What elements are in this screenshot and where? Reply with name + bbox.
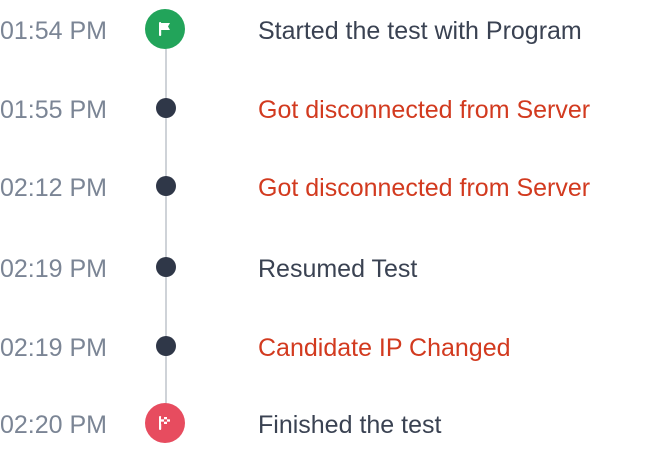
event-time: 01:54 PM	[0, 17, 108, 45]
event-description: Got disconnected from Server	[258, 96, 591, 124]
flag-icon	[145, 9, 185, 49]
event-time: 02:19 PM	[0, 255, 108, 283]
event-description: Started the test with Program	[258, 17, 582, 45]
timeline-dot	[156, 257, 176, 277]
timeline-dot	[156, 98, 176, 118]
event-time: 01:55 PM	[0, 96, 108, 124]
event-time: 02:19 PM	[0, 334, 108, 362]
event-description: Resumed Test	[258, 255, 418, 283]
timeline-event-finished: 02:20 PM Finished the test	[0, 403, 652, 443]
event-description: Finished the test	[258, 411, 442, 439]
activity-timeline: 01:54 PM Started the test with Program 0…	[0, 0, 652, 451]
event-time: 02:20 PM	[0, 411, 108, 439]
timeline-event-disconnected-1: 01:55 PM Got disconnected from Server	[0, 88, 652, 128]
timeline-event-ip-changed: 02:19 PM Candidate IP Changed	[0, 326, 652, 366]
event-description: Candidate IP Changed	[258, 334, 511, 362]
timeline-dot	[156, 336, 176, 356]
timeline-event-disconnected-2: 02:12 PM Got disconnected from Server	[0, 166, 652, 206]
timeline-dot	[156, 176, 176, 196]
timeline-event-started: 01:54 PM Started the test with Program	[0, 9, 652, 49]
event-time: 02:12 PM	[0, 174, 108, 202]
checkered-flag-icon	[145, 403, 185, 443]
event-description: Got disconnected from Server	[258, 174, 591, 202]
timeline-event-resumed: 02:19 PM Resumed Test	[0, 247, 652, 287]
